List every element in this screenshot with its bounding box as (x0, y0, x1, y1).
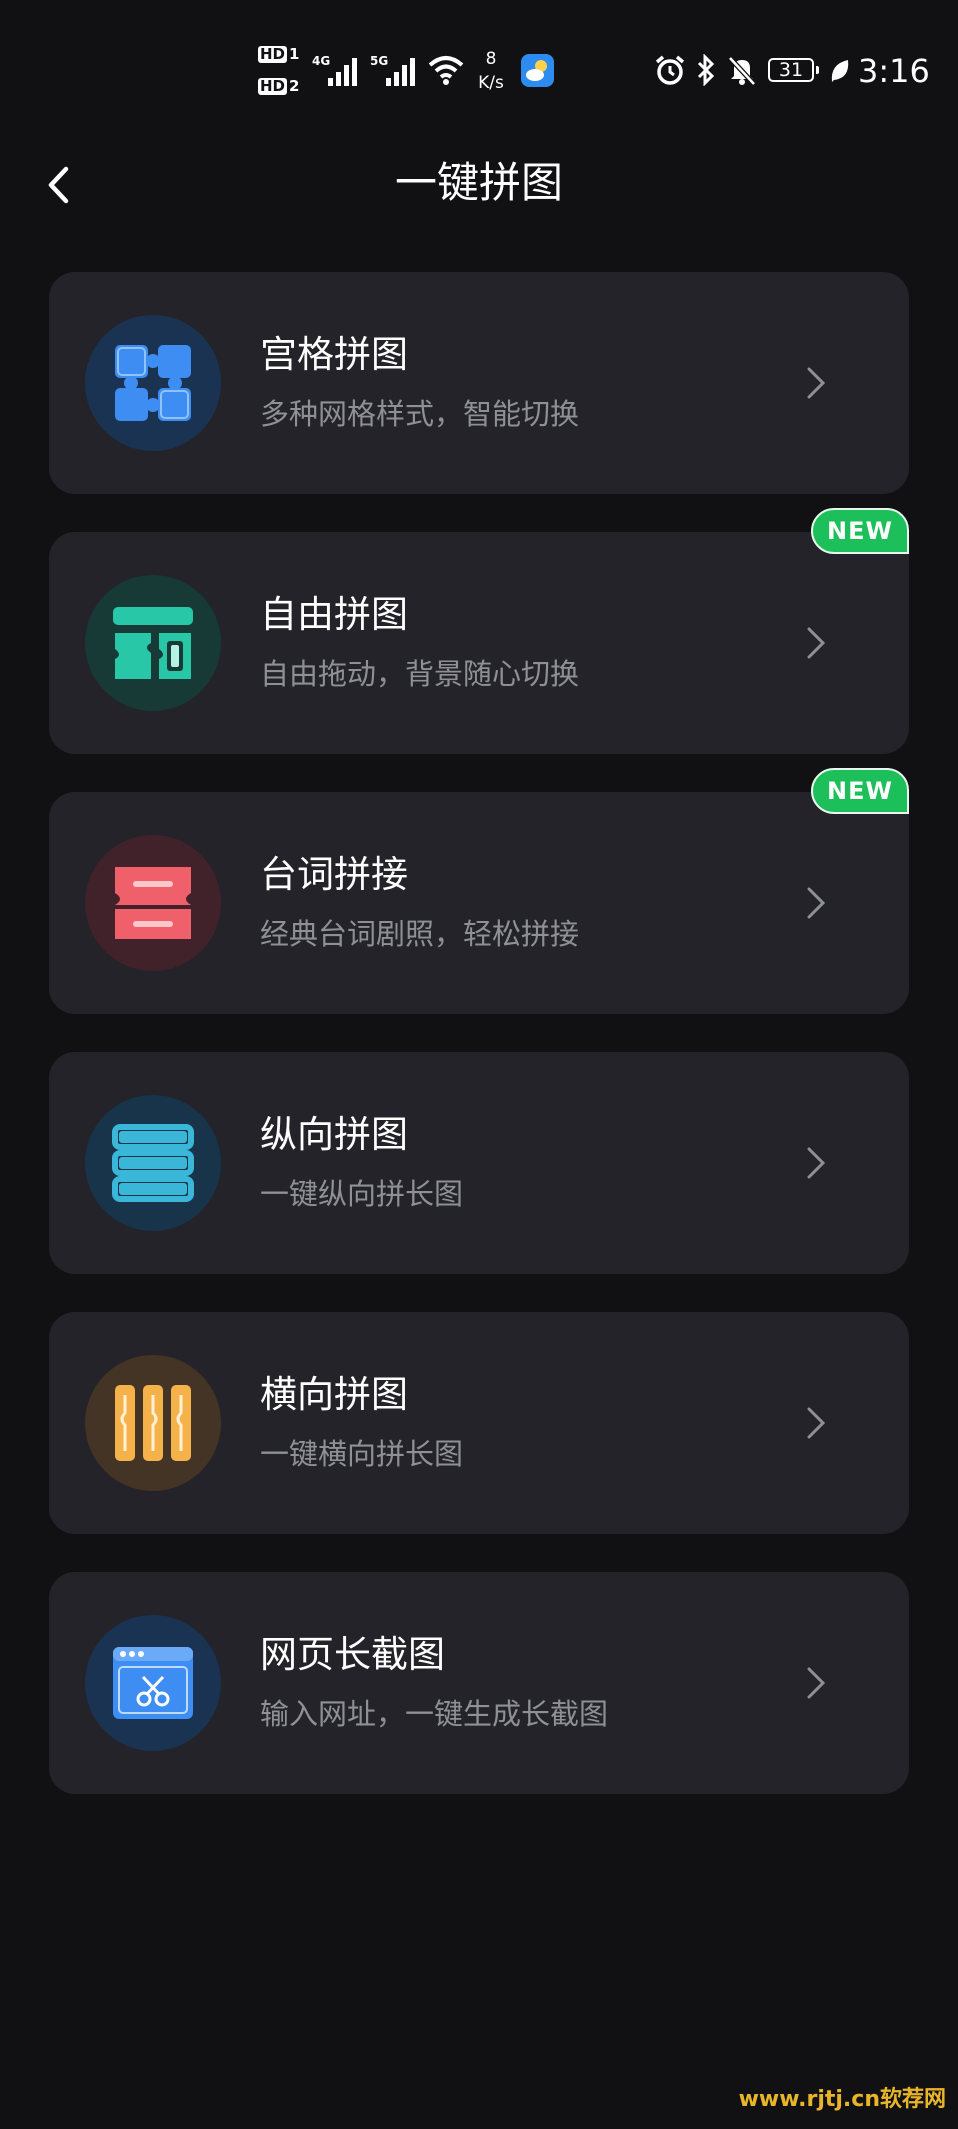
hd2-number: 2 (289, 77, 300, 95)
card-title: 台词拼接 (260, 853, 408, 896)
mute-bell-icon (728, 56, 756, 86)
card-title: 自由拼图 (260, 593, 408, 636)
page-title: 一键拼图 (394, 158, 563, 207)
wifi-icon (428, 56, 464, 85)
hd2-badge: HD (258, 77, 288, 95)
card-subtitle: 一键横向拼长图 (260, 1437, 464, 1471)
power-saving-leaf-icon (831, 60, 849, 82)
feature-card-vertical-stitch[interactable]: 纵向拼图 一键纵向拼长图 (49, 1052, 909, 1274)
vertical-stitch-icon (85, 1095, 221, 1231)
card-subtitle: 一键纵向拼长图 (260, 1177, 464, 1211)
feature-card-webpage-screenshot[interactable]: 网页长截图 输入网址，一键生成长截图 (49, 1572, 909, 1794)
card-subtitle: 输入网址，一键生成长截图 (260, 1697, 609, 1731)
chevron-right-icon (807, 1667, 826, 1699)
webpage-screenshot-icon (85, 1615, 221, 1751)
caption-stitch-icon (85, 835, 221, 971)
network-speed-unit: K/s (478, 73, 504, 93)
chevron-right-icon (807, 1407, 826, 1439)
new-badge: NEW (811, 768, 909, 814)
status-bar: HD 1 HD 2 4G 5G 8 K/s 31 3:16 (0, 0, 958, 140)
chevron-right-icon (807, 1147, 826, 1179)
clock-time: 3:16 (858, 52, 930, 90)
card-title: 横向拼图 (260, 1373, 408, 1416)
app-header: 一键拼图 (0, 140, 958, 240)
chevron-right-icon (807, 367, 826, 399)
weather-app-icon (521, 54, 554, 87)
horizontal-stitch-icon (85, 1355, 221, 1491)
feature-card-caption-stitch[interactable]: NEW 台词拼接 经典台词剧照，轻松拼接 (49, 768, 909, 1014)
card-subtitle: 经典台词剧照，轻松拼接 (260, 917, 580, 951)
card-subtitle: 自由拖动，背景随心切换 (260, 657, 580, 691)
feature-card-grid-puzzle[interactable]: 宫格拼图 多种网格样式，智能切换 (49, 272, 909, 494)
feature-card-free-puzzle[interactable]: NEW 自由拼图 自由拖动，背景随心切换 (49, 508, 909, 754)
signal-strength-icon (328, 58, 357, 86)
hd1-number: 1 (289, 45, 300, 63)
chevron-right-icon (807, 627, 826, 659)
card-title: 宫格拼图 (260, 333, 408, 376)
card-title: 网页长截图 (260, 1633, 445, 1676)
card-title: 纵向拼图 (260, 1113, 408, 1156)
free-puzzle-icon (85, 575, 221, 711)
new-badge: NEW (811, 508, 909, 554)
network-speed-value: 8 (485, 49, 497, 69)
puzzle-grid-icon (85, 315, 221, 451)
site-watermark: www.rjtj.cn软荐网 (738, 2087, 946, 2112)
card-subtitle: 多种网格样式，智能切换 (260, 397, 580, 431)
bluetooth-icon (697, 54, 715, 86)
signal-strength-icon (386, 58, 415, 86)
hd1-badge: HD (258, 45, 288, 63)
alarm-icon (655, 55, 685, 85)
chevron-right-icon (807, 887, 826, 919)
battery-indicator: 31 (768, 58, 819, 82)
feature-card-horizontal-stitch[interactable]: 横向拼图 一键横向拼长图 (49, 1312, 909, 1534)
